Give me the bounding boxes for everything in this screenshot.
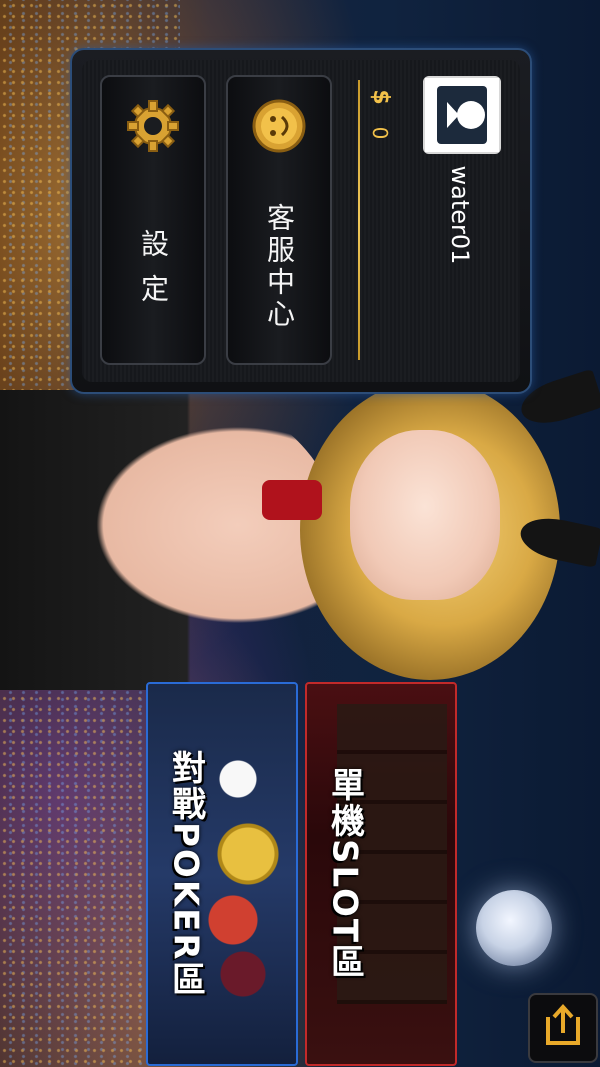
username-label: water01 (446, 165, 474, 265)
gold-divider (358, 80, 360, 360)
bow-tie-image (262, 480, 322, 520)
coin-balance: $ 0 (362, 85, 402, 145)
slot-game-label: 單機SLOT區 (324, 767, 365, 981)
customer-service-label: 客服中心 (263, 203, 296, 331)
poker-game-tile[interactable]: 對戰POKER區 (146, 682, 298, 1066)
settings-button[interactable]: 設 定 (100, 75, 206, 365)
user-avatar-icon (425, 78, 499, 152)
share-button[interactable] (528, 993, 598, 1063)
share-icon (546, 1004, 580, 1045)
coin-value: 0 (368, 126, 392, 140)
poker-game-label: 對戰POKER區 (165, 750, 206, 998)
customer-service-button[interactable]: 客服中心 (226, 75, 332, 365)
smiley-coin-icon (252, 99, 306, 153)
gear-icon (127, 100, 179, 152)
character-body-image (0, 390, 340, 690)
avatar[interactable] (423, 76, 501, 154)
settings-label: 設 定 (137, 228, 170, 306)
character-face-image (350, 430, 500, 600)
moon-image (476, 890, 552, 966)
slot-game-tile[interactable]: 單機SLOT區 (305, 682, 457, 1066)
dollar-icon: $ (368, 89, 393, 105)
